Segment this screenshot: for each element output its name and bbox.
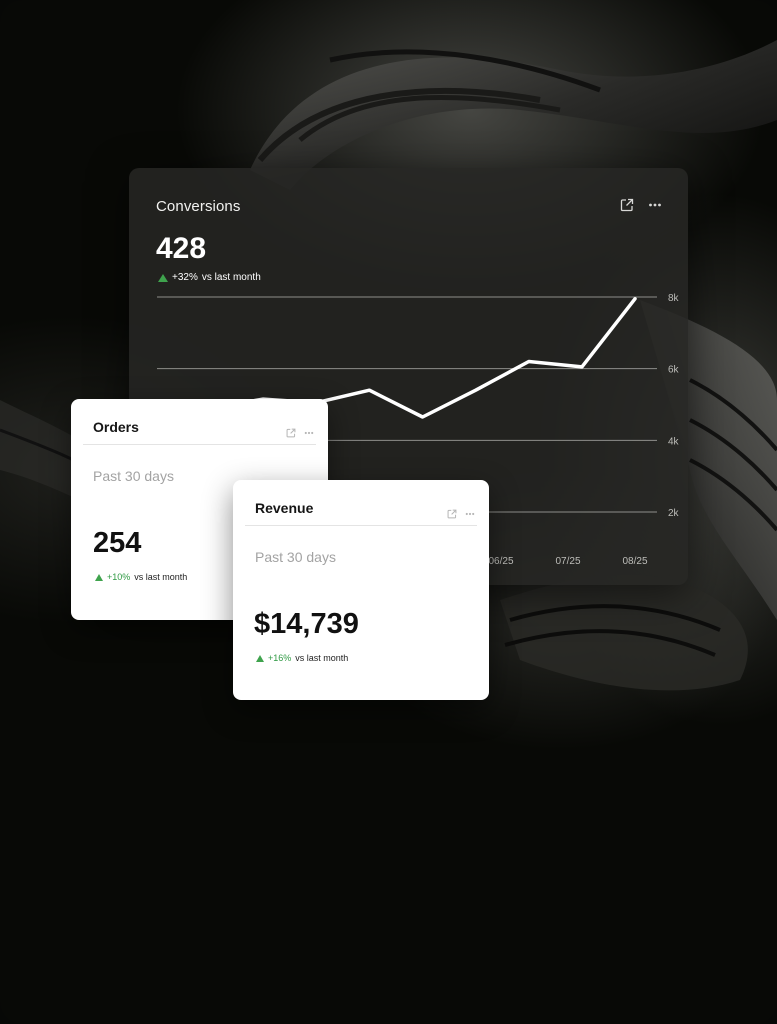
hero-background: 2k 4k 6k 8k 06/25 07/25 08/25 Conversions 428 … [0, 0, 777, 1024]
y-tick-label: 6k [668, 365, 680, 376]
conversions-title: Conversions [156, 198, 241, 215]
conversions-actions [620, 198, 662, 217]
external-link-icon[interactable] [447, 506, 457, 524]
orders-period: Past 30 days [93, 468, 174, 484]
card-divider [245, 525, 477, 526]
revenue-card: Revenue Past 30 days $14,739 +16% vs las… [233, 480, 489, 700]
x-tick-label: 07/25 [555, 556, 580, 567]
orders-title: Orders [93, 419, 139, 435]
revenue-title: Revenue [255, 500, 314, 516]
conversions-delta-pct: +32% [172, 272, 198, 283]
orders-actions [286, 425, 314, 443]
trend-up-icon [158, 273, 168, 282]
trend-up-icon [256, 654, 264, 662]
revenue-value: $14,739 [254, 608, 359, 640]
revenue-actions [447, 506, 475, 524]
revenue-delta-label: vs last month [295, 653, 349, 663]
external-link-icon[interactable] [286, 425, 296, 443]
revenue-period: Past 30 days [255, 549, 336, 565]
revenue-delta: +16% vs last month [256, 653, 348, 663]
external-link-icon[interactable] [620, 198, 634, 217]
orders-delta: +10% vs last month [95, 572, 187, 582]
orders-delta-pct: +10% [107, 572, 131, 582]
y-tick-label: 4k [668, 436, 680, 447]
conversions-delta-label: vs last month [201, 272, 261, 283]
more-icon[interactable] [648, 198, 662, 217]
more-icon[interactable] [465, 506, 475, 524]
revenue-delta-pct: +16% [268, 653, 292, 663]
conversions-value: 428 [156, 232, 207, 265]
x-tick-label: 06/25 [488, 556, 513, 567]
x-tick-label: 08/25 [622, 556, 647, 567]
orders-value: 254 [93, 527, 142, 559]
more-icon[interactable] [304, 425, 314, 443]
trend-up-icon [95, 573, 103, 581]
y-tick-label: 2k [668, 508, 680, 519]
conversions-delta: +32% vs last month [158, 272, 261, 283]
orders-delta-label: vs last month [134, 572, 188, 582]
y-tick-label: 8k [668, 293, 680, 304]
card-divider [83, 444, 316, 445]
